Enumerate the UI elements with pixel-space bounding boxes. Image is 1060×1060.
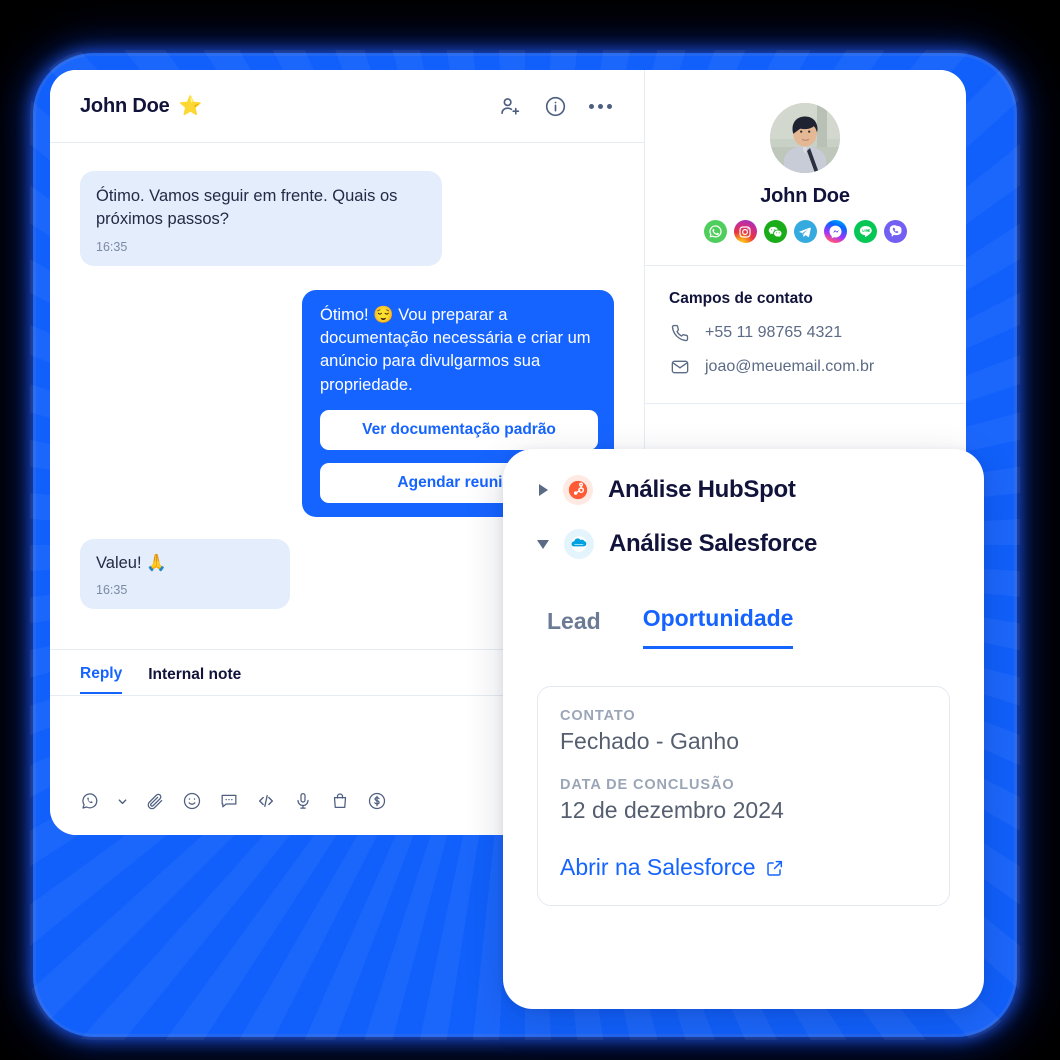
message-bubble: Ótimo. Vamos seguir em frente. Quais os … <box>80 171 442 266</box>
mail-icon <box>669 357 691 377</box>
product-bag-icon[interactable] <box>330 791 350 811</box>
avatar <box>770 103 840 173</box>
quick-reply-icon[interactable] <box>219 791 239 811</box>
channel-icons <box>645 220 965 243</box>
tab-internal-note[interactable]: Internal note <box>148 666 241 693</box>
more-options-icon[interactable] <box>589 103 612 109</box>
external-link-icon <box>765 858 785 878</box>
microphone-icon[interactable] <box>293 791 313 811</box>
message-time: 16:35 <box>96 239 128 254</box>
contact-name: John Doe <box>760 185 850 207</box>
message-text: Ótimo! 😌 Vou preparar a documentação nec… <box>320 305 591 394</box>
message-text: Valeu! 🙏 <box>96 554 167 573</box>
message-incoming-1: Ótimo. Vamos seguir em frente. Quais os … <box>80 171 614 266</box>
info-label-data-conclusao: DATA DE CONCLUSÃO <box>560 777 735 793</box>
abrir-na-salesforce-link[interactable]: Abrir na Salesforce <box>560 854 785 881</box>
add-user-icon[interactable] <box>499 95 522 118</box>
messenger-icon[interactable] <box>823 220 847 243</box>
viber-icon[interactable] <box>883 220 907 243</box>
phone-icon <box>669 323 691 343</box>
info-circle-icon[interactable] <box>544 95 567 118</box>
message-text: Ótimo. Vamos seguir em frente. Quais os … <box>96 187 398 229</box>
crm-analysis-overlay: Análise HubSpot Análise Salesforce Lead … <box>503 449 984 1009</box>
instagram-icon[interactable] <box>733 220 757 243</box>
screenshot-stage: John Doe ⭐ Ótimo. Vamos seguir em frente… <box>0 0 1060 1060</box>
emoji-icon[interactable] <box>182 791 202 811</box>
field-value: joao@meuemail.com.br <box>705 358 875 375</box>
chevron-down-icon <box>537 539 549 549</box>
star-icon[interactable]: ⭐ <box>179 97 203 116</box>
overlay-tabs: Lead Oportunidade <box>537 605 950 649</box>
field-phone[interactable]: +55 11 98765 4321 <box>669 323 941 343</box>
conversation-title: John Doe <box>80 94 170 117</box>
chevron-right-icon <box>539 484 548 496</box>
contact-summary: John Doe <box>645 70 965 266</box>
field-email[interactable]: joao@meuemail.com.br <box>669 357 941 377</box>
field-value: +55 11 98765 4321 <box>705 324 843 341</box>
telegram-icon[interactable] <box>793 220 817 243</box>
info-value-data-conclusao: 12 de dezembro 2024 <box>560 797 784 823</box>
tab-lead[interactable]: Lead <box>547 608 601 649</box>
contact-fields: Campos de contato +55 11 98765 4321 joao… <box>645 266 965 404</box>
payment-dollar-icon[interactable] <box>367 791 387 811</box>
tab-oportunidade[interactable]: Oportunidade <box>642 605 794 649</box>
whatsapp-channel-icon[interactable] <box>80 791 100 811</box>
wechat-icon[interactable] <box>763 220 787 243</box>
tab-reply[interactable]: Reply <box>80 665 123 694</box>
conversation-header: John Doe ⭐ <box>50 70 644 143</box>
salesforce-icon <box>564 529 594 559</box>
accordion-salesforce[interactable]: Análise Salesforce <box>537 529 950 559</box>
header-actions <box>499 95 612 118</box>
message-bubble: Valeu! 🙏 16:35 <box>80 539 290 609</box>
info-label-contato: CONTATO <box>560 708 636 724</box>
opportunity-card: CONTATO Fechado - Ganho DATA DE CONCLUSÃ… <box>537 686 950 906</box>
code-snippet-icon[interactable] <box>256 791 276 811</box>
chevron-down-icon[interactable] <box>117 796 128 807</box>
accordion-hubspot[interactable]: Análise HubSpot <box>537 475 950 505</box>
contact-fields-title: Campos de contato <box>669 290 813 307</box>
attachment-icon[interactable] <box>145 791 165 811</box>
message-time: 16:35 <box>96 583 128 598</box>
whatsapp-icon[interactable] <box>703 220 727 243</box>
hubspot-icon <box>563 475 593 505</box>
line-icon[interactable] <box>853 220 877 243</box>
accordion-label: Análise Salesforce <box>609 530 818 557</box>
link-label: Abrir na Salesforce <box>560 854 756 880</box>
info-value-contato: Fechado - Ganho <box>560 728 740 754</box>
accordion-label: Análise HubSpot <box>608 476 796 503</box>
ver-documentacao-padrao-button[interactable]: Ver documentação padrão <box>320 410 598 451</box>
